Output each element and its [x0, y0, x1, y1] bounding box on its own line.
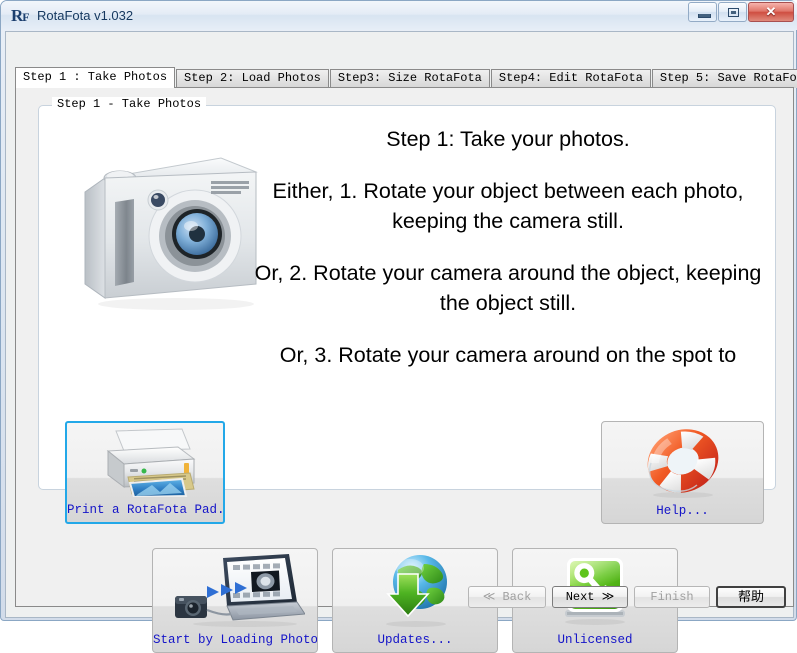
close-button[interactable]: ✕ [748, 2, 794, 22]
instruction-heading: Step 1: Take your photos. [386, 127, 630, 151]
restore-icon [728, 8, 739, 17]
tab-step2-load-photos[interactable]: Step 2: Load Photos [176, 69, 329, 88]
back-button[interactable]: ≪ Back [468, 586, 546, 608]
tab-page-step1: Step 1 - Take Photos Step 1: Take your p… [15, 87, 794, 653]
restore-button[interactable] [718, 2, 747, 22]
finish-button[interactable]: Finish [634, 586, 710, 608]
print-rotafota-pad-label: Print a RotaFota Pad... [67, 503, 225, 517]
help-button[interactable]: Help... [601, 421, 764, 524]
instruction-option-1: Either, 1. Rotate your object between ea… [272, 179, 744, 233]
rf-app-icon-letter-r: R [11, 6, 23, 25]
tab-label: Step4: Edit RotaFota [498, 71, 643, 85]
rf-app-icon: RF [11, 6, 31, 25]
lifering-icon [602, 422, 763, 501]
groupbox-label: Step 1 - Take Photos [52, 97, 207, 111]
close-icon: ✕ [765, 4, 777, 19]
instruction-option-3: Or, 3. Rotate your camera around on the … [279, 343, 737, 367]
start-by-loading-photos-label: Start by Loading Photos [153, 633, 318, 647]
instructions-block: Step 1: Take your photos. Either, 1. Rot… [249, 124, 767, 370]
help-button-label: Help... [656, 504, 709, 518]
tab-step5-save-rotafota[interactable]: Step 5: Save RotaFota [651, 69, 797, 88]
digital-camera-icon [71, 144, 267, 314]
tab-label: Step 1 : Take Photos [23, 70, 168, 84]
next-button[interactable]: Next ≫ [552, 586, 628, 608]
printer-icon [67, 423, 223, 500]
tab-label: Step 2: Load Photos [184, 71, 321, 85]
wizard-navigation-bar: ≪ Back Next ≫ Finish 帮助 [6, 586, 795, 610]
help-nav-button-label: 帮助 [737, 589, 764, 604]
tab-step1-take-photos[interactable]: Step 1 : Take Photos [15, 67, 176, 88]
window-controls: ✕ [688, 2, 794, 22]
license-button-label: Unlicensed [557, 633, 633, 647]
title-bar[interactable]: RF RotaFota v1.032 ✕ [1, 1, 797, 30]
client-area: Step 1 : Take Photos Step 2: Load Photos… [5, 31, 797, 653]
application-window: RF RotaFota v1.032 ✕ Step 1 : Take Photo… [0, 0, 797, 653]
back-button-label: ≪ Back [482, 590, 532, 604]
next-button-label: Next ≫ [565, 590, 615, 604]
minimize-button[interactable] [688, 2, 717, 22]
tab-strip: Step 1 : Take Photos Step 2: Load Photos… [15, 67, 797, 88]
rf-app-icon-letter-f: F [22, 10, 29, 24]
tab-step3-size-rotafota[interactable]: Step3: Size RotaFota [329, 69, 490, 88]
print-rotafota-pad-button[interactable]: Print a RotaFota Pad... [65, 421, 225, 524]
tab-label: Step 5: Save RotaFota [659, 71, 797, 85]
help-nav-button[interactable]: 帮助 [716, 586, 786, 608]
window-title: RotaFota v1.032 [37, 8, 134, 23]
tab-step4-edit-rotafota[interactable]: Step4: Edit RotaFota [490, 69, 651, 88]
tab-label: Step3: Size RotaFota [337, 71, 482, 85]
updates-button-label: Updates... [377, 633, 453, 647]
instruction-option-2: Or, 2. Rotate your camera around the obj… [254, 261, 762, 315]
finish-button-label: Finish [650, 590, 694, 604]
minimize-icon [698, 14, 711, 18]
